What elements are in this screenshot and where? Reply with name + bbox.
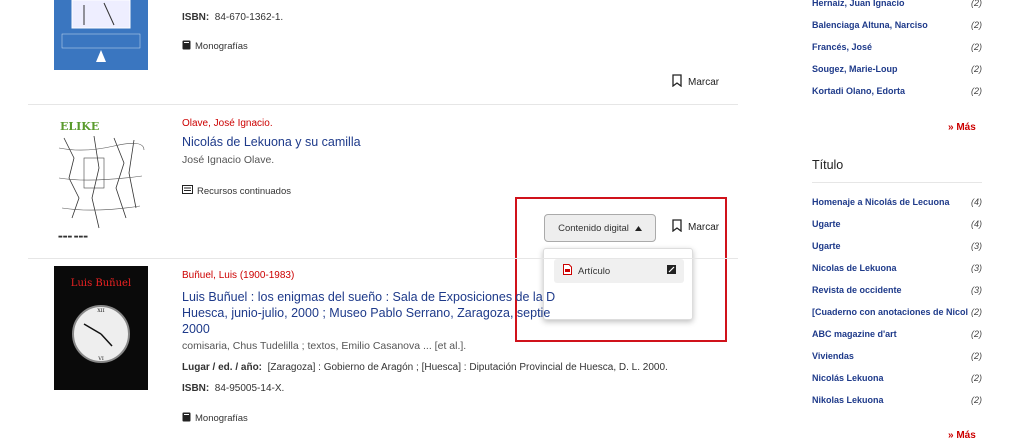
record-title-line1[interactable]: Luis Buñuel : los enigmas del sueño : Sa… bbox=[182, 289, 555, 305]
type-row-1: Monografías bbox=[182, 40, 248, 53]
responsibility-text: comisaria, Chus Tudelilla ; textos, Emil… bbox=[182, 340, 467, 352]
divider bbox=[28, 104, 738, 105]
facet-title-item[interactable]: Nicolas de Lekuona bbox=[812, 263, 982, 273]
facet-title-item[interactable]: Nicolás Lekuona bbox=[812, 373, 982, 383]
cover-illustration bbox=[61, 0, 141, 62]
book-icon bbox=[182, 412, 191, 425]
facet-count: (2) bbox=[971, 42, 982, 52]
facet-title-item[interactable]: Ugarte bbox=[812, 241, 982, 251]
facet-count: (2) bbox=[971, 86, 982, 96]
facet-count: (3) bbox=[971, 285, 982, 295]
cover-illustration: ELIKE ▬▬▬ ▬▬▬ bbox=[58, 120, 145, 240]
isbn-row-3: ISBN: 84-95005-14-X. bbox=[182, 383, 284, 394]
facet-count: (2) bbox=[971, 0, 982, 8]
divider bbox=[28, 258, 738, 259]
type-label: Monografías bbox=[195, 41, 248, 52]
facet-author-item[interactable]: Hernaiz, Juan Ignacio bbox=[812, 0, 982, 8]
more-titles-link[interactable]: » Más bbox=[948, 430, 976, 441]
facet-author-item[interactable]: Francés, José bbox=[812, 42, 982, 52]
isbn-label: ISBN: bbox=[182, 383, 210, 394]
results-list: ISBN: 84-670-1362-1. Monografías Marcar … bbox=[0, 0, 760, 446]
bookmark-icon bbox=[672, 74, 682, 90]
record-title-line3[interactable]: 2000 bbox=[182, 321, 210, 337]
facet-count: (3) bbox=[971, 241, 982, 251]
more-authors-link[interactable]: » Más bbox=[948, 122, 976, 133]
isbn-value: 84-95005-14-X. bbox=[214, 383, 285, 394]
isbn-row-1: ISBN: 84-670-1362-1. bbox=[182, 12, 283, 23]
facet-count: (2) bbox=[971, 307, 982, 317]
responsibility-text: José Ignacio Olave. bbox=[182, 154, 275, 166]
book-cover-1[interactable] bbox=[54, 0, 148, 70]
svg-text:XII: XII bbox=[97, 308, 105, 314]
marcar-label: Marcar bbox=[688, 76, 720, 88]
facet-count: (2) bbox=[971, 373, 982, 383]
record-title-link[interactable]: Nicolás de Lekuona y su camilla bbox=[182, 134, 361, 150]
record-title-line2[interactable]: Huesca, junio-julio, 2000 ; Museo Pablo … bbox=[182, 305, 550, 321]
facet-count: (2) bbox=[971, 329, 982, 339]
facet-author-item[interactable]: Balenciaga Altuna, Narciso bbox=[812, 20, 982, 30]
type-row-3: Monografías bbox=[182, 412, 248, 425]
facets-sidebar: Hernaiz, Juan Ignacio (2) Balenciaga Alt… bbox=[790, 0, 1024, 446]
facet-title-item[interactable]: Viviendas bbox=[812, 351, 982, 361]
svg-text:ELIKE: ELIKE bbox=[60, 120, 99, 133]
facet-count: (4) bbox=[971, 219, 982, 229]
facet-count: (2) bbox=[971, 64, 982, 74]
type-label: Monografías bbox=[195, 413, 248, 424]
svg-text:VI: VI bbox=[97, 356, 104, 362]
facet-title-item[interactable]: Homenaje a Nicolás de Lecuona bbox=[812, 197, 982, 207]
divider bbox=[812, 182, 982, 183]
facet-title-item[interactable]: Revista de occidente bbox=[812, 285, 982, 295]
publication-row: Lugar / ed. / año: [Zaragoza] : Gobierno… bbox=[182, 362, 668, 373]
isbn-label: ISBN: bbox=[182, 12, 210, 23]
author-link[interactable]: Buñuel, Luis (1900-1983) bbox=[182, 270, 294, 281]
publication-label: Lugar / ed. / año: bbox=[182, 362, 263, 373]
publication-value: [Zaragoza] : Gobierno de Aragón ; [Huesc… bbox=[267, 362, 668, 373]
cover-illustration: Luis Buñuel XII VI bbox=[71, 278, 131, 363]
facet-title-item[interactable]: ABC magazine d'art bbox=[812, 329, 982, 339]
type-row-2: Recursos continuados bbox=[182, 185, 291, 197]
isbn-value: 84-670-1362-1. bbox=[214, 12, 284, 23]
facet-title-item[interactable]: Ugarte bbox=[812, 219, 982, 229]
cover-title: Luis Buñuel bbox=[71, 278, 131, 289]
facet-count: (2) bbox=[971, 395, 982, 405]
marcar-button-1[interactable]: Marcar bbox=[672, 74, 719, 90]
facet-title-item[interactable]: Nikolas Lekuona bbox=[812, 395, 982, 405]
facet-count: (2) bbox=[971, 20, 982, 30]
svg-text:▬▬▬ ▬▬▬: ▬▬▬ ▬▬▬ bbox=[58, 234, 88, 240]
author-link[interactable]: Olave, José Ignacio. bbox=[182, 118, 273, 129]
titulo-facet-heading: Título bbox=[812, 158, 844, 172]
book-cover-3[interactable]: Luis Buñuel XII VI bbox=[54, 266, 148, 390]
facet-count: (4) bbox=[971, 197, 982, 207]
serial-icon bbox=[182, 185, 193, 197]
book-cover-2[interactable]: ELIKE ▬▬▬ ▬▬▬ bbox=[54, 118, 148, 242]
book-icon bbox=[182, 40, 191, 53]
facet-title-item[interactable]: [Cuaderno con anotaciones de Nicol bbox=[812, 307, 982, 317]
facet-count: (2) bbox=[971, 351, 982, 361]
facet-author-item[interactable]: Kortadi Olano, Edorta bbox=[812, 86, 982, 96]
facet-count: (3) bbox=[971, 263, 982, 273]
facet-author-item[interactable]: Sougez, Marie-Loup bbox=[812, 64, 982, 74]
type-label: Recursos continuados bbox=[197, 185, 291, 197]
